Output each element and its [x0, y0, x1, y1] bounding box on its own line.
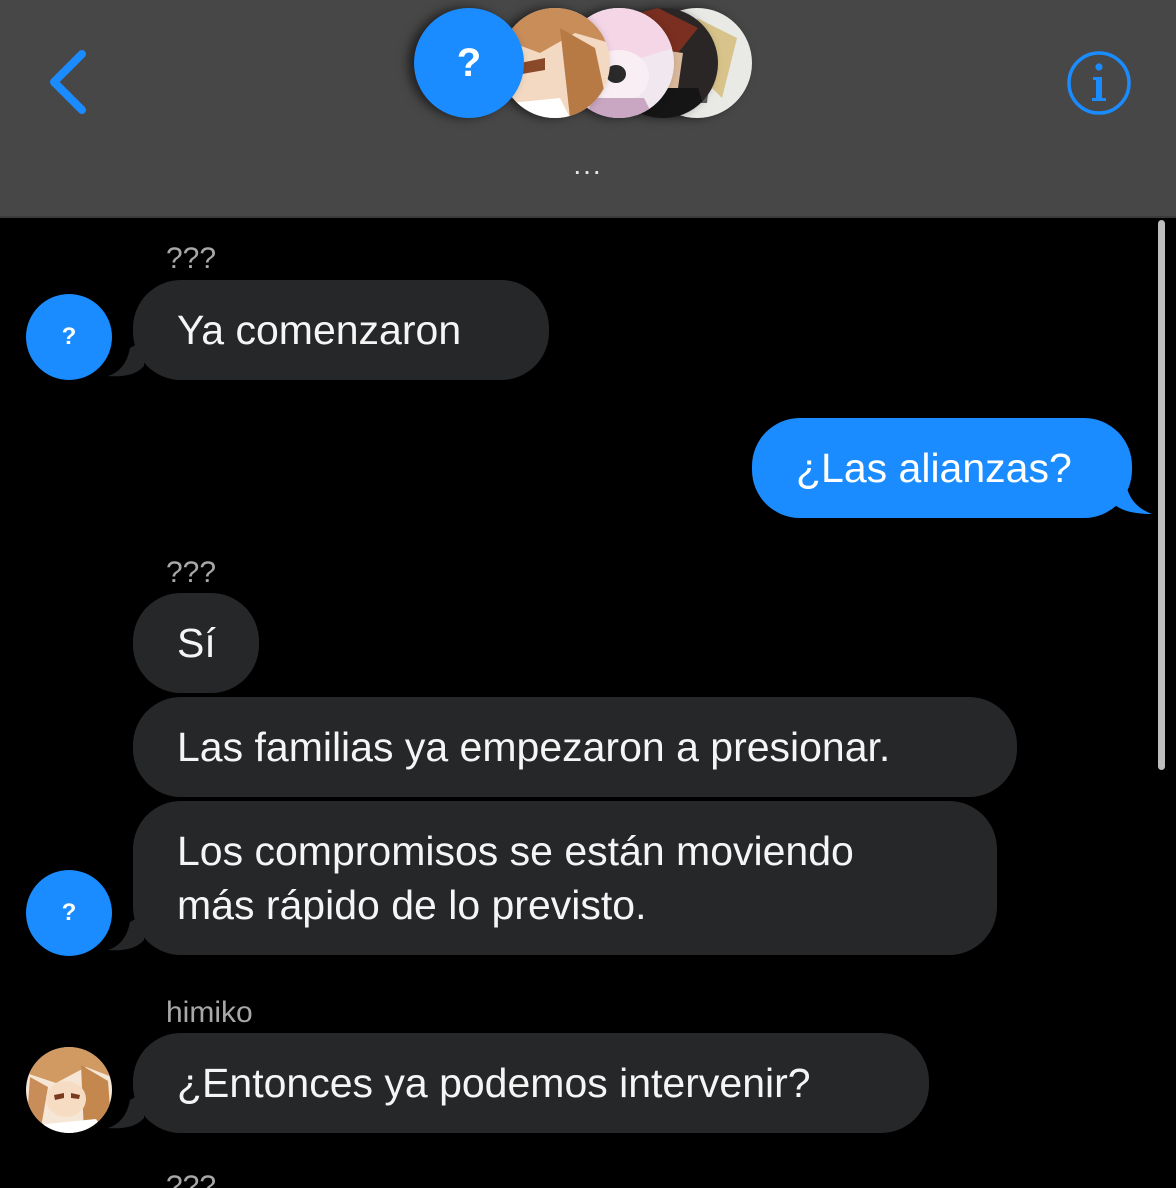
- message-text: ¿Entonces ya podemos intervenir?: [177, 1060, 811, 1106]
- group-avatar-unknown: ?: [414, 8, 524, 118]
- message-bubble-outgoing[interactable]: ¿Las alianzas?: [752, 418, 1132, 518]
- message-bubble[interactable]: Sí: [133, 593, 259, 693]
- sender-name: ???: [166, 242, 217, 275]
- avatar-label: ?: [61, 323, 77, 350]
- avatar-label: ?: [456, 40, 482, 85]
- conversation-header: ? ...: [0, 0, 1176, 218]
- sender-name: ???: [166, 1170, 217, 1188]
- message-bubble[interactable]: Los compromisos se están moviendo más rá…: [133, 801, 997, 955]
- chevron-left-icon: [50, 50, 86, 114]
- message-text: Sí: [177, 620, 216, 666]
- message-bubble[interactable]: ¿Entonces ya podemos intervenir?: [133, 1033, 929, 1133]
- message-text: Ya comenzaron: [177, 307, 462, 353]
- avatar-label: ?: [61, 899, 77, 926]
- sender-avatar[interactable]: ?: [26, 294, 112, 380]
- message-text: Las familias ya empezaron a presionar.: [177, 724, 891, 770]
- info-circle-icon: [1067, 51, 1131, 115]
- back-button[interactable]: [40, 44, 100, 120]
- message-text: ¿Las alianzas?: [796, 445, 1072, 491]
- info-button[interactable]: [1064, 48, 1134, 118]
- avatar-image: [26, 1047, 112, 1133]
- group-avatars[interactable]: ?: [414, 8, 774, 120]
- sender-name: ???: [166, 556, 217, 589]
- sender-avatar[interactable]: ?: [26, 870, 112, 956]
- message-bubble[interactable]: Las familias ya empezaron a presionar.: [133, 697, 1017, 797]
- sender-name: himiko: [166, 996, 253, 1029]
- messages-screen: ? ... ??? ? Ya comenzaron ¿Las alianzas?…: [0, 0, 1176, 1188]
- message-bubble[interactable]: Ya comenzaron: [133, 280, 549, 380]
- sender-avatar-himiko[interactable]: [26, 1047, 112, 1133]
- message-text: Los compromisos se están moviendo más rá…: [177, 828, 854, 928]
- conversation-title[interactable]: ...: [0, 150, 1176, 180]
- scrollbar[interactable]: [1158, 220, 1165, 770]
